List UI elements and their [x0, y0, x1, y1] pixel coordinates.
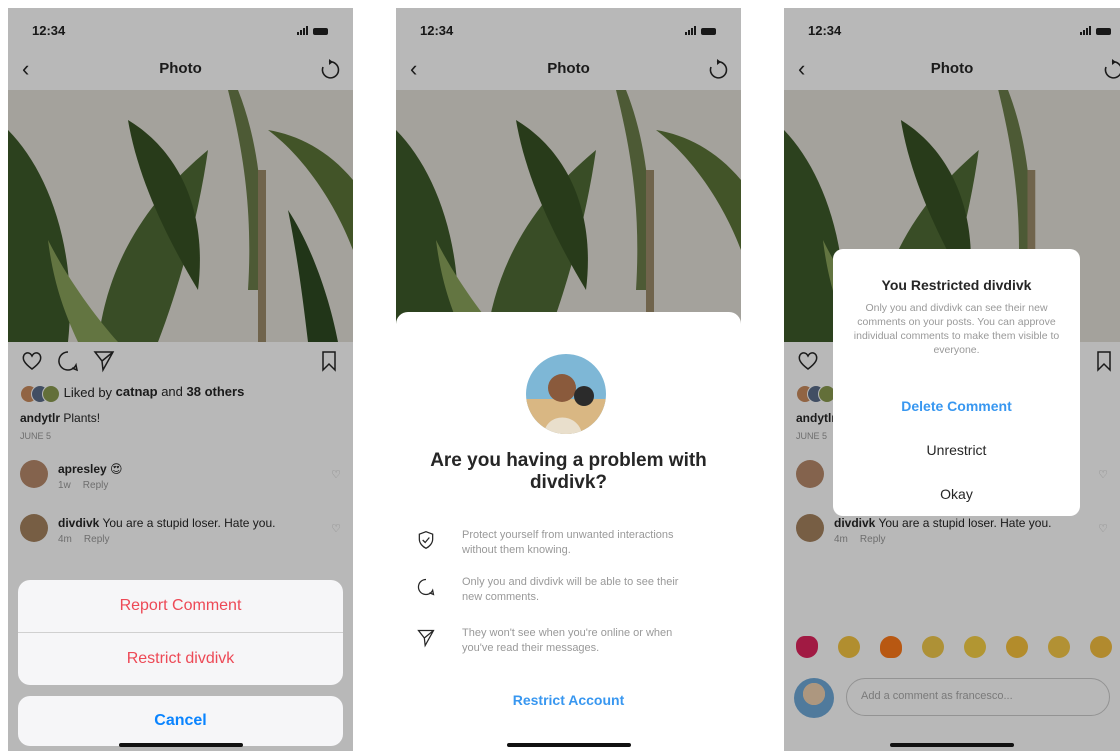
- screen-restricted-confirmation: 12:34 ‹ Photo andytlr JUNE 5 ♡ divdivk Y…: [784, 8, 1120, 751]
- unrestrict-button[interactable]: Unrestrict: [833, 428, 1080, 472]
- info-row: They won't see when you're online or whe…: [416, 626, 721, 660]
- restrict-sheet-title: Are you having a problem with divdivk?: [430, 450, 707, 493]
- speech-bubble-icon: [417, 578, 435, 596]
- home-indicator: [506, 743, 631, 747]
- home-indicator: [890, 743, 1014, 747]
- shield-check-icon: [418, 530, 434, 550]
- cancel-sheet: Cancel: [18, 696, 343, 746]
- screen-restrict-explainer: 12:34 ‹ Photo Are you having a problem w…: [396, 8, 741, 751]
- info-text: Only you and divdivk will be able to see…: [462, 576, 679, 603]
- action-sheet: Report Comment Restrict divdivk: [18, 580, 343, 685]
- info-text: Protect yourself from unwanted interacti…: [462, 529, 674, 556]
- screen-report-actions: 12:34 ‹ Photo Liked by catnap and 38 oth…: [8, 8, 353, 751]
- dialog-body: Only you and divdivk can see their new c…: [853, 302, 1060, 356]
- cancel-button[interactable]: Cancel: [18, 696, 343, 746]
- home-indicator: [118, 743, 243, 747]
- info-row: Only you and divdivk will be able to see…: [416, 575, 721, 609]
- report-comment-button[interactable]: Report Comment: [18, 580, 343, 633]
- info-text: They won't see when you're online or whe…: [462, 627, 673, 654]
- restricted-dialog: You Restricted divdivk Only you and divd…: [833, 249, 1080, 516]
- restrict-user-button[interactable]: Restrict divdivk: [18, 633, 343, 685]
- restrict-bottom-sheet: Are you having a problem with divdivk? P…: [396, 312, 741, 751]
- avatar: [526, 354, 606, 434]
- dialog-title: You Restricted divdivk: [881, 277, 1032, 293]
- paper-plane-icon: [417, 629, 435, 648]
- okay-button[interactable]: Okay: [833, 472, 1080, 516]
- restrict-account-button[interactable]: Restrict Account: [396, 692, 741, 708]
- info-row: Protect yourself from unwanted interacti…: [416, 528, 721, 562]
- delete-comment-button[interactable]: Delete Comment: [833, 384, 1080, 428]
